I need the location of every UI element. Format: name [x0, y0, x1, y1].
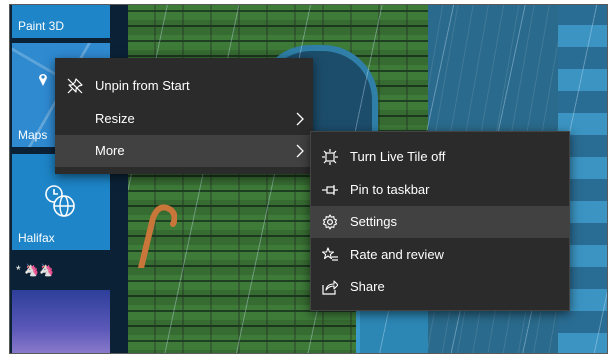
clock-globe-icon — [45, 185, 75, 217]
photo-tile[interactable] — [12, 290, 110, 353]
share-icon — [322, 280, 338, 295]
map-pin-icon — [39, 74, 47, 86]
menu-item-more[interactable]: More — [55, 135, 313, 167]
tile-label: Maps — [18, 128, 48, 142]
menu-item-resize[interactable]: Resize — [55, 103, 313, 135]
menu-item-label: Resize — [95, 111, 135, 126]
menu-item-label: Settings — [350, 214, 397, 229]
pin-taskbar-icon — [322, 185, 338, 195]
menu-item-settings[interactable]: Settings — [311, 206, 569, 238]
live-tile-icon — [322, 149, 338, 165]
chevron-right-icon — [296, 112, 304, 126]
menu-item-label: Pin to taskbar — [350, 182, 430, 197]
menu-item-unpin-from-start[interactable]: Unpin from Start — [55, 70, 313, 102]
menu-item-share[interactable]: Share — [311, 271, 569, 303]
more-submenu: Turn Live Tile off Pin to taskbar Settin… — [310, 131, 570, 311]
umbrella-handle-illustration — [138, 204, 177, 268]
tile-label: Paint 3D — [18, 19, 65, 33]
menu-item-label: More — [95, 143, 125, 158]
menu-item-label: Share — [350, 279, 385, 294]
menu-item-rate-and-review[interactable]: Rate and review — [311, 239, 569, 271]
tile-context-menu: Unpin from Start Resize More — [55, 58, 313, 174]
rate-review-icon — [322, 247, 338, 261]
menu-item-label: Unpin from Start — [95, 78, 190, 93]
unpin-icon — [67, 78, 83, 94]
menu-item-pin-to-taskbar[interactable]: Pin to taskbar — [311, 174, 569, 206]
gear-icon — [322, 214, 338, 230]
tile-label: Halifax — [18, 231, 55, 245]
tile-group-strip: * 🦄🦄 — [16, 263, 54, 277]
paint3d-tile[interactable]: Paint 3D — [12, 5, 110, 38]
menu-item-turn-live-tile-off[interactable]: Turn Live Tile off — [311, 141, 569, 173]
chevron-right-icon — [296, 144, 304, 158]
menu-item-label: Turn Live Tile off — [350, 149, 446, 164]
menu-item-label: Rate and review — [350, 247, 444, 262]
screenshot-frame: Paint 3D Maps Halifax * 🦄🦄 Unpin from St… — [9, 4, 608, 354]
